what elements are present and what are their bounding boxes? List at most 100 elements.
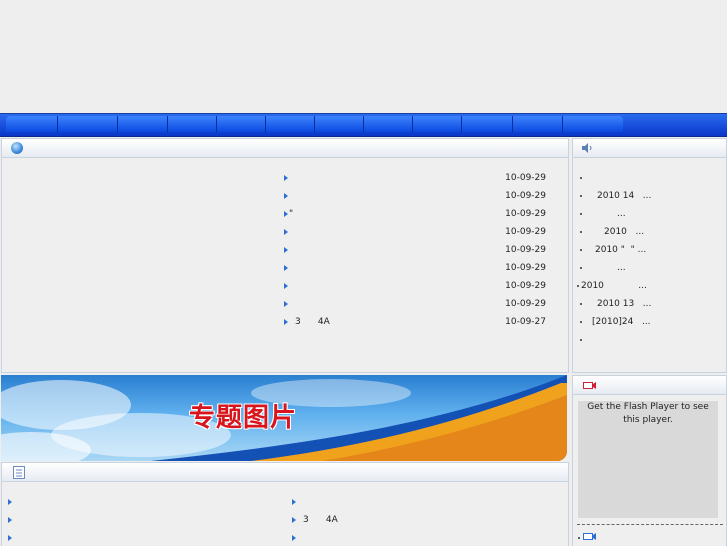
arrow-bullet-icon	[284, 211, 288, 217]
dot-bullet-icon	[580, 177, 582, 179]
bottom-right-row[interactable]: 3 4A	[292, 513, 552, 527]
notice-item[interactable]	[580, 171, 720, 185]
nav-item-2[interactable]	[58, 116, 118, 132]
notice-text[interactable]: [2010]24 ...	[592, 315, 651, 329]
news-row[interactable]: 10-09-29	[284, 243, 546, 257]
arrow-bullet-icon	[284, 247, 288, 253]
arrow-bullet-icon	[284, 319, 288, 325]
news-date: 10-09-29	[505, 263, 546, 273]
special-topic-banner[interactable]: 专题图片	[1, 375, 567, 461]
arrow-bullet-icon	[8, 517, 12, 523]
news-row[interactable]: 3 4A 10-09-27	[284, 315, 546, 329]
news-date: 10-09-29	[505, 173, 546, 183]
notice-item[interactable]: 2010 ...	[580, 225, 720, 239]
nav-strip	[6, 116, 623, 132]
arrow-bullet-icon	[284, 265, 288, 271]
bottom-left-row[interactable]	[8, 495, 278, 509]
news-panel-header	[2, 139, 568, 158]
header-area	[0, 0, 727, 113]
notice-item[interactable]	[580, 333, 720, 347]
news-row[interactable]: 10-09-29	[284, 225, 546, 239]
dot-bullet-icon	[580, 321, 582, 323]
arrow-bullet-icon	[284, 175, 288, 181]
bottom-right-row[interactable]	[292, 495, 552, 509]
news-row[interactable]: " 10-09-29	[284, 207, 546, 221]
dot-bullet-icon	[578, 537, 580, 539]
nav-item-8[interactable]	[364, 116, 413, 132]
video-panel-header	[573, 376, 726, 395]
dot-bullet-icon	[580, 213, 582, 215]
news-title[interactable]: 3 4A	[295, 315, 330, 329]
arrow-bullet-icon	[292, 499, 296, 505]
notice-text[interactable]: ...	[617, 261, 626, 275]
news-panel: 10-09-29 10-09-29 " 10-09-29 10-09-29 10…	[1, 138, 569, 373]
arrow-bullet-icon	[292, 535, 296, 541]
news-row[interactable]: 10-09-29	[284, 189, 546, 203]
nav-item-11[interactable]	[513, 116, 563, 132]
arrow-bullet-icon	[284, 229, 288, 235]
notice-text[interactable]: 2010 ...	[581, 279, 647, 293]
notice-text[interactable]: 2010 ...	[604, 225, 644, 239]
news-row[interactable]: 10-09-29	[284, 261, 546, 275]
notice-text[interactable]: 2010 " " ...	[595, 243, 646, 257]
video-camera-icon	[583, 382, 596, 389]
video-camera-icon[interactable]	[583, 531, 597, 541]
news-date: 10-09-29	[505, 209, 546, 219]
news-date: 10-09-29	[505, 227, 546, 237]
bottom-panel-header	[2, 463, 568, 482]
news-row[interactable]: 10-09-29	[284, 279, 546, 293]
banner-title: 专题图片	[189, 403, 298, 433]
news-date: 10-09-29	[505, 191, 546, 201]
notice-item[interactable]: [2010]24 ...	[580, 315, 720, 329]
notice-panel: 2010 14 ... ... 2010 ... 2010 " " ... ..…	[572, 138, 727, 373]
nav-item-9[interactable]	[413, 116, 462, 132]
flash-player-message: Get the Flash Player to see this player.	[587, 402, 709, 425]
dot-bullet-icon	[580, 267, 582, 269]
news-title[interactable]: "	[289, 207, 293, 221]
notice-text[interactable]: 2010 13 ...	[597, 297, 651, 311]
nav-item-5[interactable]	[217, 116, 266, 132]
arrow-bullet-icon	[8, 499, 12, 505]
nav-item-10[interactable]	[462, 116, 513, 132]
arrow-bullet-icon	[292, 517, 296, 523]
news-row[interactable]: 10-09-29	[284, 297, 546, 311]
notice-item[interactable]: ...	[580, 261, 720, 275]
document-icon	[13, 466, 25, 479]
notice-item[interactable]: ...	[580, 207, 720, 221]
arrow-bullet-icon	[284, 283, 288, 289]
news-date: 10-09-29	[505, 245, 546, 255]
bottom-left-row[interactable]	[8, 531, 278, 545]
arrow-bullet-icon	[284, 193, 288, 199]
dot-bullet-icon	[580, 249, 582, 251]
bottom-left-row[interactable]	[8, 513, 278, 527]
notice-text[interactable]: ...	[617, 207, 626, 221]
dot-bullet-icon	[580, 195, 582, 197]
nav-item-3[interactable]	[118, 116, 168, 132]
bottom-right-text[interactable]: 3 4A	[303, 513, 338, 527]
dot-bullet-icon	[580, 231, 582, 233]
nav-item-12[interactable]	[563, 116, 622, 132]
flash-player-placeholder[interactable]: Get the Flash Player to see this player.	[578, 401, 718, 518]
news-date: 10-09-29	[505, 299, 546, 309]
news-date: 10-09-29	[505, 281, 546, 291]
nav-item-7[interactable]	[315, 116, 364, 132]
notice-text[interactable]: 2010 14 ...	[597, 189, 651, 203]
arrow-bullet-icon	[284, 301, 288, 307]
nav-item-1[interactable]	[6, 116, 58, 132]
globe-icon	[11, 142, 23, 154]
main-navbar	[0, 113, 727, 137]
dot-bullet-icon	[577, 285, 579, 287]
notice-item[interactable]: 2010 " " ...	[580, 243, 720, 257]
news-row[interactable]: 10-09-29	[284, 171, 546, 185]
news-date: 10-09-27	[505, 317, 546, 327]
dot-bullet-icon	[580, 303, 582, 305]
notice-item[interactable]: 2010 14 ...	[580, 189, 720, 203]
bottom-right-row[interactable]	[292, 531, 552, 545]
dot-bullet-icon	[580, 339, 582, 341]
bottom-panel: 3 4A	[1, 462, 569, 546]
notice-panel-header	[573, 139, 726, 158]
notice-item[interactable]: 2010 13 ...	[580, 297, 720, 311]
nav-item-4[interactable]	[168, 116, 217, 132]
notice-item[interactable]: 2010 ...	[577, 279, 720, 293]
nav-item-6[interactable]	[266, 116, 315, 132]
